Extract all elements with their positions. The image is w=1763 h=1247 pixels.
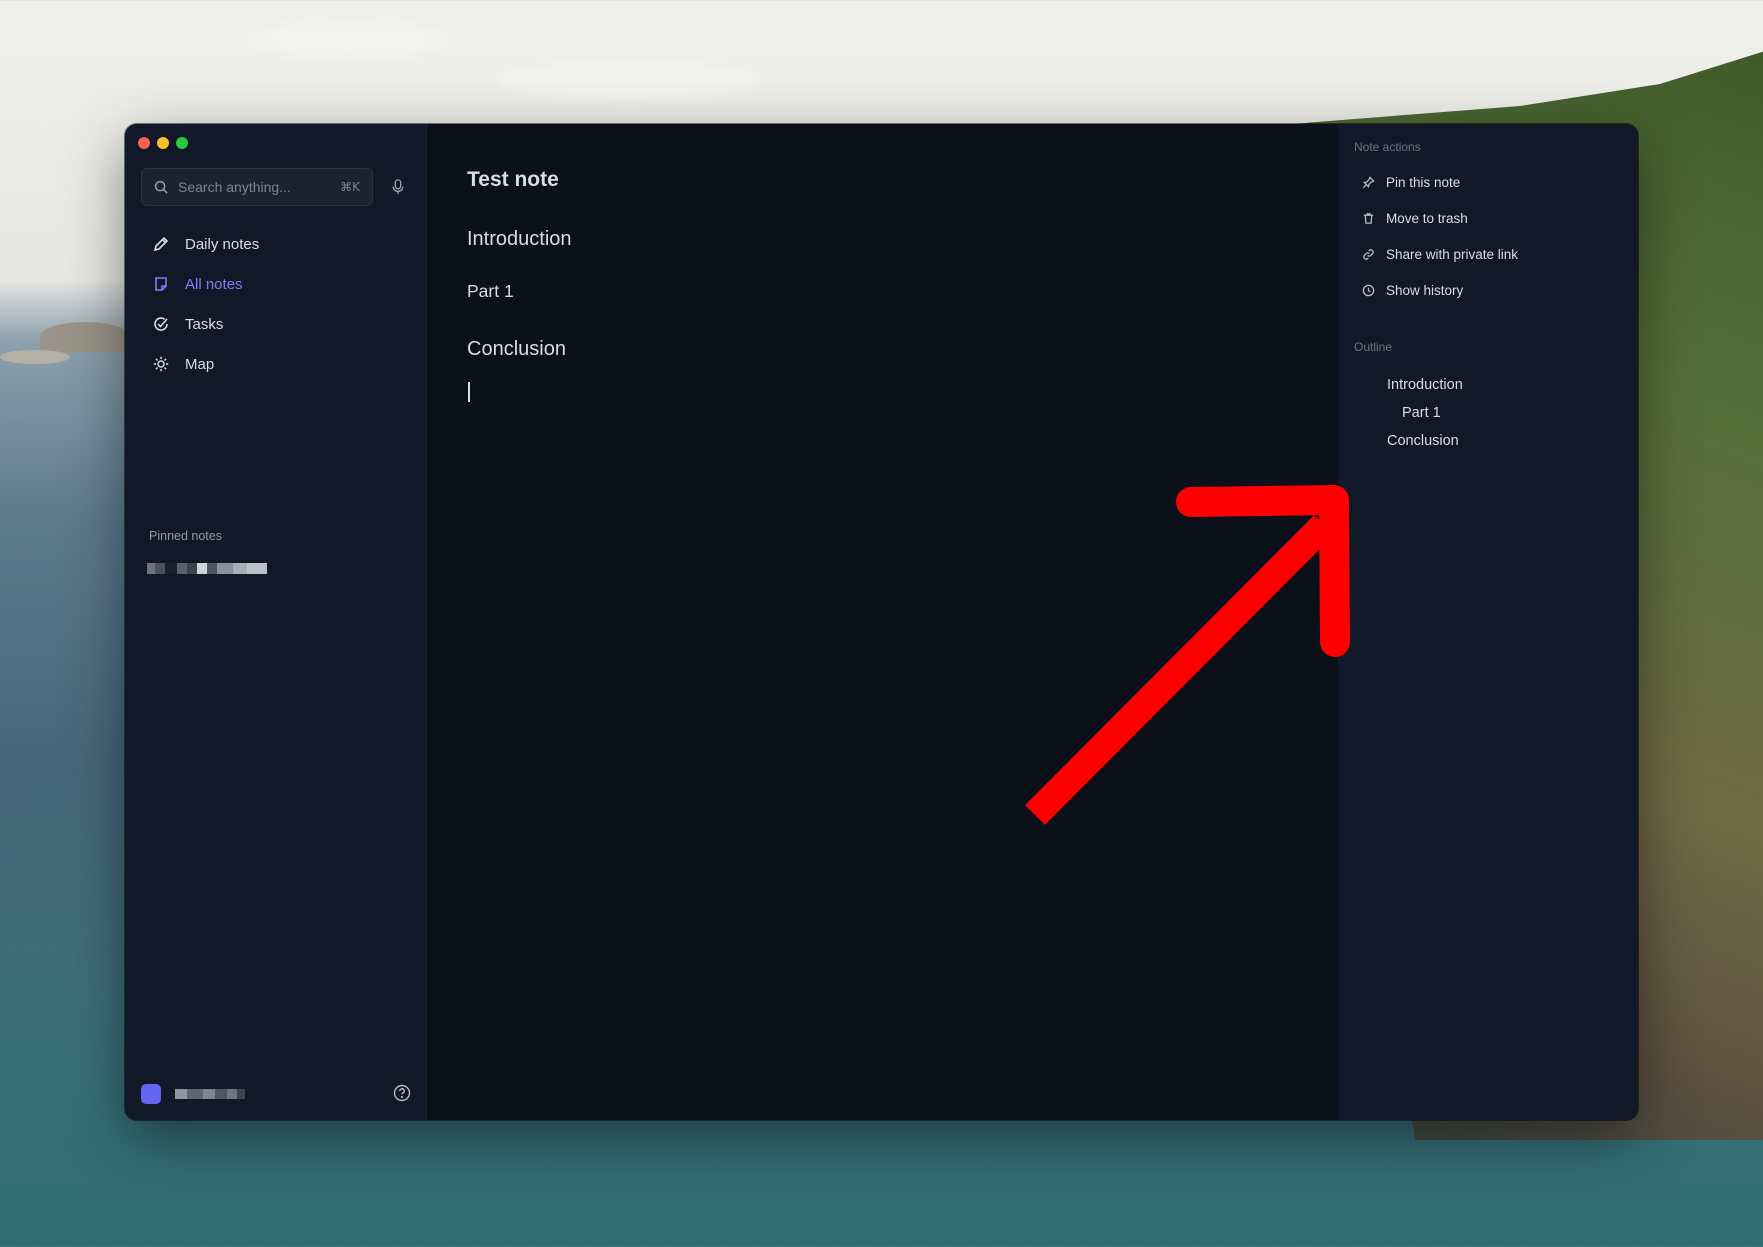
note-actions-label: Note actions <box>1354 140 1421 154</box>
heading-conclusion[interactable]: Conclusion <box>467 338 566 361</box>
right-panel: Note actions Pin this note Move to trash… <box>1338 124 1638 1120</box>
note-title[interactable]: Test note <box>467 168 559 192</box>
help-icon <box>393 1084 411 1102</box>
nav-item-label: Map <box>185 355 215 373</box>
pencil-icon <box>153 236 169 252</box>
check-circle-icon <box>154 317 168 331</box>
text-cursor <box>468 382 470 402</box>
help-button[interactable] <box>393 1084 411 1107</box>
search-input[interactable] <box>178 179 331 195</box>
search-shortcut: ⌘K <box>340 180 360 194</box>
nav-item-all-notes[interactable]: All notes <box>141 264 411 304</box>
action-label: Share with private link <box>1386 246 1519 262</box>
sidebar-footer <box>141 1082 411 1106</box>
action-label: Show history <box>1386 282 1464 298</box>
note-editor[interactable]: Test note Introduction Part 1 Conclusion <box>427 124 1338 1120</box>
sun-icon <box>153 356 169 372</box>
pinned-notes-label: Pinned notes <box>149 529 222 543</box>
nav-item-daily-notes[interactable]: Daily notes <box>141 224 411 264</box>
main-nav: Daily notes All notes Tasks Map <box>141 224 411 384</box>
outline-label: Outline <box>1354 340 1393 354</box>
window-controls <box>138 137 188 149</box>
minimize-window-button[interactable] <box>157 137 169 149</box>
nav-item-tasks[interactable]: Tasks <box>141 304 411 344</box>
nav-item-label: Daily notes <box>185 235 260 253</box>
nav-item-label: All notes <box>185 275 243 293</box>
note-icon <box>155 277 167 291</box>
sidebar: ⌘K Daily notes All notes Tasks Map Pin <box>125 124 427 1120</box>
outline-item-part-1[interactable]: Part 1 <box>1402 405 1441 421</box>
search-icon <box>154 180 168 194</box>
microphone-icon <box>392 179 404 195</box>
search-box[interactable]: ⌘K <box>141 168 373 206</box>
action-label: Pin this note <box>1386 174 1461 190</box>
pin-note-button[interactable]: Pin this note <box>1362 172 1460 192</box>
trash-icon <box>1363 212 1374 224</box>
move-to-trash-button[interactable]: Move to trash <box>1362 208 1468 228</box>
outline-item-conclusion[interactable]: Conclusion <box>1387 433 1459 449</box>
pinned-note-item[interactable] <box>147 563 267 574</box>
nav-item-label: Tasks <box>185 315 224 333</box>
voice-button[interactable] <box>387 176 409 198</box>
heading-introduction[interactable]: Introduction <box>467 228 572 251</box>
zoom-window-button[interactable] <box>176 137 188 149</box>
action-label: Move to trash <box>1386 210 1468 226</box>
app-window: ⌘K Daily notes All notes Tasks Map Pin <box>125 124 1638 1120</box>
background-islet <box>40 322 130 352</box>
close-window-button[interactable] <box>138 137 150 149</box>
clock-icon <box>1362 284 1375 296</box>
outline-item-introduction[interactable]: Introduction <box>1387 377 1463 393</box>
pin-icon <box>1362 175 1375 188</box>
user-name <box>175 1089 245 1099</box>
avatar[interactable] <box>141 1084 161 1104</box>
heading-part-1[interactable]: Part 1 <box>467 281 514 302</box>
show-history-button[interactable]: Show history <box>1362 280 1463 300</box>
nav-item-map[interactable]: Map <box>141 344 411 384</box>
link-icon <box>1363 248 1374 260</box>
background-islet <box>0 350 70 364</box>
share-private-link-button[interactable]: Share with private link <box>1362 244 1518 264</box>
